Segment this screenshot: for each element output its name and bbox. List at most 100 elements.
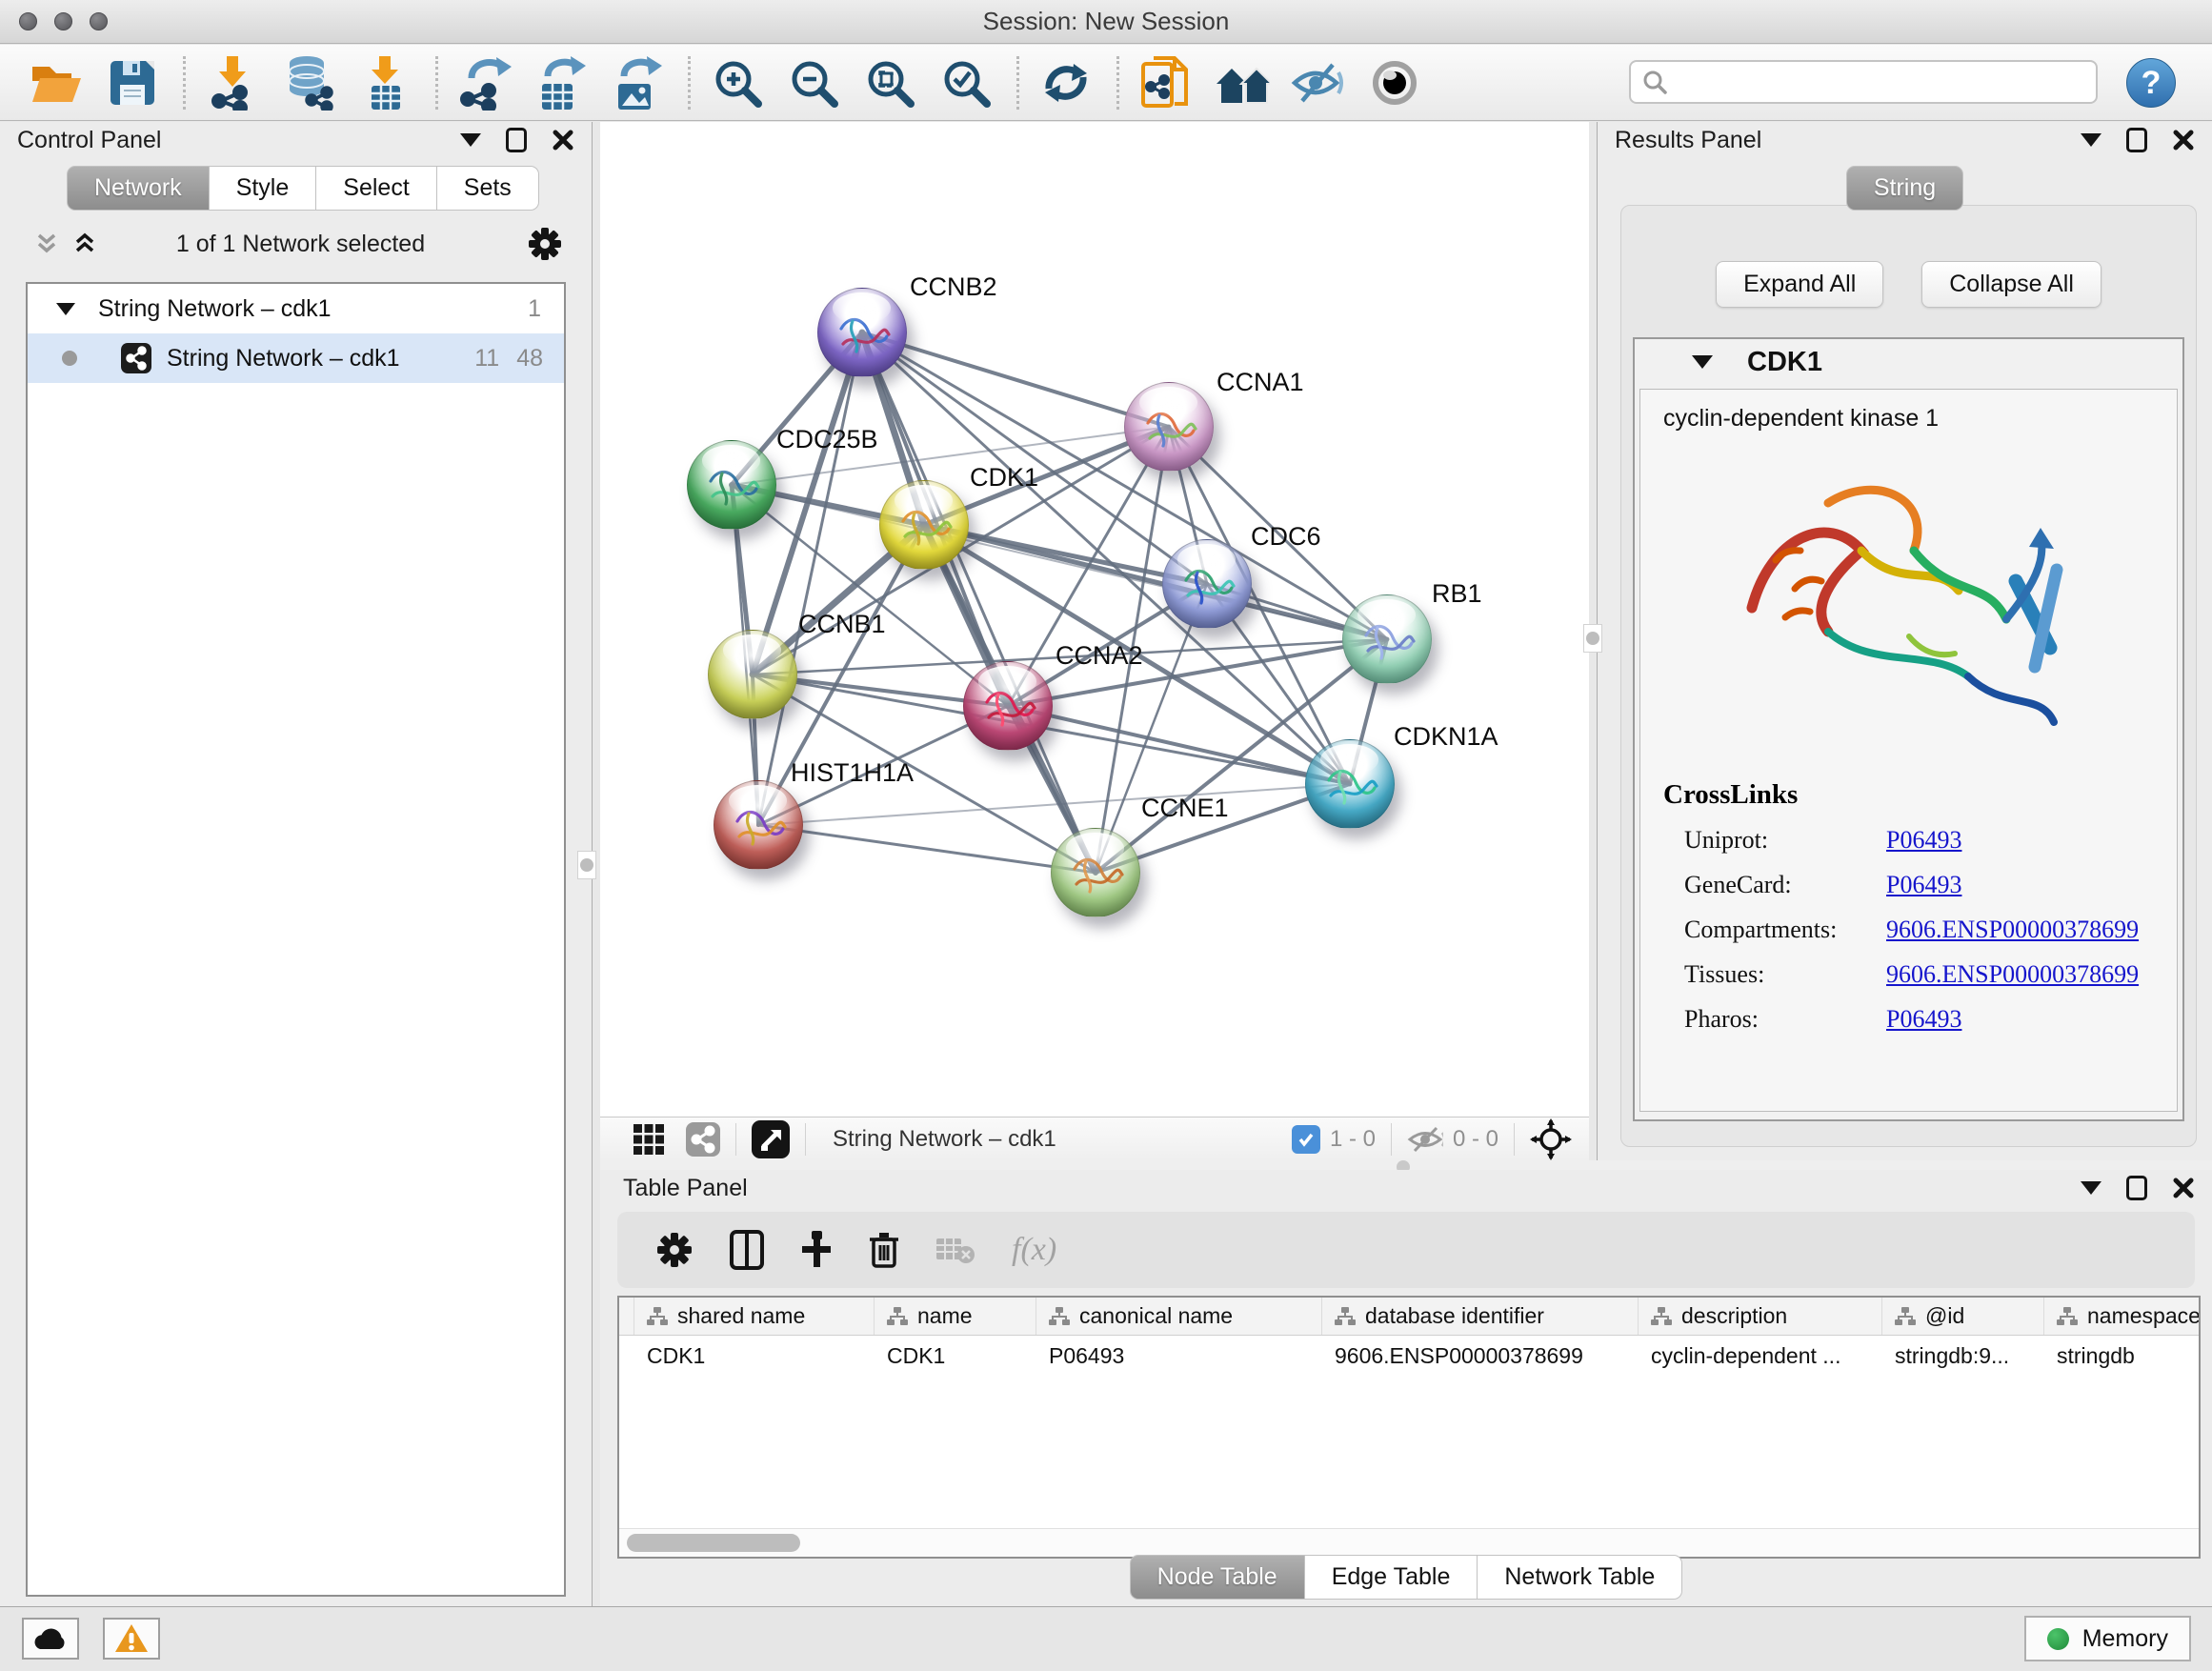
expand-all-networks-icon[interactable]	[32, 230, 61, 258]
toolbar-separator	[183, 56, 186, 110]
table-options-gear-icon[interactable]	[655, 1231, 694, 1269]
tab-style[interactable]: Style	[210, 166, 317, 211]
tab-select[interactable]: Select	[316, 166, 436, 211]
expand-all-button[interactable]: Expand All	[1716, 261, 1883, 308]
string-view-icon[interactable]	[686, 1122, 720, 1157]
import-table-icon[interactable]	[357, 55, 412, 111]
table-toolbar: f(x)	[617, 1212, 2195, 1288]
node-section-header[interactable]: CDK1	[1635, 339, 2182, 385]
collection-expander-icon[interactable]	[56, 303, 75, 315]
panel-menu-icon[interactable]	[2081, 133, 2101, 147]
help-icon[interactable]: ?	[2126, 58, 2176, 108]
tab-edge-table[interactable]: Edge Table	[1305, 1555, 1478, 1600]
float-panel-icon[interactable]	[506, 128, 527, 152]
home-icon[interactable]	[1215, 55, 1270, 111]
close-panel-icon[interactable]	[552, 129, 574, 151]
network-node-CCNB1[interactable]	[708, 630, 797, 719]
network-node-CDKN1A[interactable]	[1305, 739, 1395, 829]
cloud-icon	[30, 1624, 70, 1653]
column-header[interactable]: canonical name	[1036, 1298, 1322, 1335]
panel-menu-icon[interactable]	[2081, 1181, 2101, 1195]
node-gloss	[1320, 744, 1379, 775]
hide-panels-icon[interactable]	[1291, 55, 1346, 111]
collapse-all-networks-icon[interactable]	[70, 230, 99, 258]
warnings-button[interactable]	[103, 1618, 160, 1660]
network-canvas[interactable]: CCNB2CCNA1CDC25BCDK1CDC6RB1CCNB1CCNA2CDK…	[600, 122, 1589, 1117]
tab-sets[interactable]: Sets	[437, 166, 539, 211]
add-column-icon[interactable]	[800, 1231, 833, 1269]
network-node-CCNE1[interactable]	[1051, 828, 1140, 917]
network-node-CDC6[interactable]	[1162, 539, 1252, 629]
tab-node-table[interactable]: Node Table	[1130, 1555, 1305, 1600]
float-panel-icon[interactable]	[2126, 1176, 2147, 1200]
tab-network[interactable]: Network	[67, 166, 210, 211]
horizontal-scrollbar[interactable]	[619, 1528, 2199, 1557]
zoom-selected-icon[interactable]	[938, 55, 994, 111]
left-splitter-handle[interactable]	[577, 851, 596, 879]
table-panel-title: Table Panel	[623, 1175, 748, 1202]
crosslink-value[interactable]: 9606.ENSP00000378699	[1886, 916, 2139, 944]
collapse-all-button[interactable]: Collapse All	[1921, 261, 2101, 308]
export-table-icon[interactable]	[533, 55, 589, 111]
cloud-button[interactable]	[22, 1618, 79, 1660]
column-header[interactable]: shared name	[634, 1298, 875, 1335]
eye-icon[interactable]	[1367, 55, 1422, 111]
crosslink-value[interactable]: 9606.ENSP00000378699	[1886, 960, 2139, 989]
crosslink-value[interactable]: P06493	[1886, 826, 1961, 855]
crosslink-value[interactable]: P06493	[1886, 1005, 1961, 1034]
save-session-icon[interactable]	[105, 55, 160, 111]
table-row[interactable]: CDK1CDK1P064939606.ENSP00000378699cyclin…	[619, 1336, 2199, 1376]
crosslink-value[interactable]: P06493	[1886, 871, 1961, 899]
horizontal-splitter[interactable]	[600, 1160, 2212, 1170]
zoom-in-icon[interactable]	[710, 55, 765, 111]
delete-column-icon[interactable]	[869, 1231, 899, 1269]
column-header[interactable]: database identifier	[1322, 1298, 1639, 1335]
network-node-CCNB2[interactable]	[817, 288, 907, 377]
network-tree: String Network – cdk1 1 String Network –…	[26, 282, 566, 1597]
selected-nodes-checkbox-icon[interactable]	[1292, 1125, 1320, 1154]
search-box[interactable]	[1629, 60, 2098, 104]
network-node-CCNA2[interactable]	[963, 661, 1053, 751]
float-panel-icon[interactable]	[2126, 128, 2147, 152]
column-label: @id	[1925, 1303, 1964, 1329]
column-header[interactable]: @id	[1882, 1298, 2044, 1335]
show-columns-icon[interactable]	[730, 1230, 764, 1270]
network-node-CDK1[interactable]	[879, 480, 969, 570]
network-node-CCNA1[interactable]	[1124, 382, 1214, 472]
crosslink-label: Compartments:	[1684, 916, 1886, 944]
zoom-fit-icon[interactable]	[862, 55, 917, 111]
network-node-HIST1H1A[interactable]	[714, 780, 803, 870]
birdseye-view-icon[interactable]	[752, 1120, 790, 1158]
search-input[interactable]	[1677, 69, 2086, 95]
zoom-out-icon[interactable]	[786, 55, 841, 111]
close-panel-icon[interactable]	[2172, 129, 2195, 151]
network-node-CDC25B[interactable]	[687, 440, 776, 530]
network-options-gear-icon[interactable]	[527, 226, 563, 262]
tab-network-table[interactable]: Network Table	[1478, 1555, 1682, 1600]
export-image-icon[interactable]	[610, 55, 665, 111]
panel-menu-icon[interactable]	[460, 133, 481, 147]
grid-view-icon[interactable]	[633, 1123, 665, 1156]
fit-selected-crosshair-icon[interactable]	[1530, 1118, 1572, 1160]
network-row[interactable]: String Network – cdk1 11 48	[28, 333, 564, 383]
column-header[interactable]: namespace	[2044, 1298, 2201, 1335]
scrollbar-thumb[interactable]	[627, 1534, 800, 1552]
refresh-icon[interactable]	[1038, 55, 1094, 111]
open-session-icon[interactable]	[29, 55, 84, 111]
copy-document-icon[interactable]	[1138, 55, 1194, 111]
import-database-icon[interactable]	[281, 55, 336, 111]
network-node-RB1[interactable]	[1342, 594, 1432, 684]
right-splitter-handle[interactable]	[1583, 624, 1602, 653]
column-header[interactable]: description	[1639, 1298, 1882, 1335]
column-header[interactable]: name	[875, 1298, 1036, 1335]
node-label: CCNB1	[798, 610, 886, 639]
tab-string[interactable]: String	[1846, 166, 1963, 211]
memory-button[interactable]: Memory	[2024, 1616, 2191, 1661]
node-section-content: cyclin-dependent kinase 1	[1639, 389, 2178, 1112]
network-collection-row[interactable]: String Network – cdk1 1	[28, 284, 564, 333]
export-network-icon[interactable]	[457, 55, 513, 111]
section-expander-icon[interactable]	[1692, 355, 1713, 369]
crosslink-label: GeneCard:	[1684, 871, 1886, 899]
close-panel-icon[interactable]	[2172, 1177, 2195, 1199]
import-network-icon[interactable]	[205, 55, 260, 111]
